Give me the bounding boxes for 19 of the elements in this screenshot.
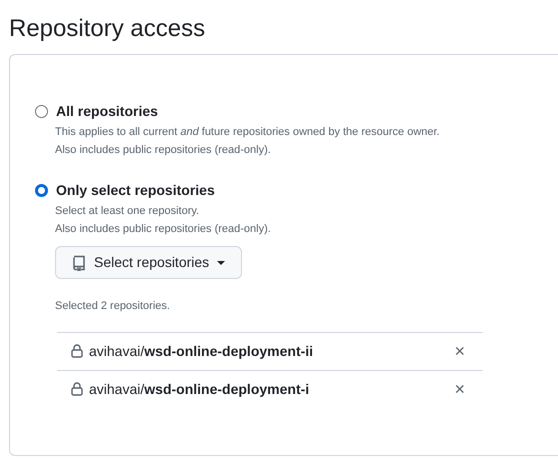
lock-icon	[71, 344, 83, 358]
repository-name: avihavai/wsd-online-deployment-ii	[89, 342, 314, 361]
selection-summary: Selected 2 repositories.	[55, 299, 171, 314]
repository-name: avihavai/wsd-online-deployment-i	[89, 380, 310, 399]
caret-icon	[217, 260, 226, 264]
repo-icon	[72, 254, 86, 270]
option-description: Also includes public repositories (read-only).	[55, 222, 272, 237]
remove-button[interactable]: ×	[454, 342, 465, 360]
option-description: This applies to all current and future repositories owned by the resource owner.	[55, 125, 441, 140]
lock-icon	[71, 382, 83, 396]
option-description: Select at least one repository.	[55, 204, 200, 219]
remove-button[interactable]: ×	[454, 380, 465, 398]
select-repositories-button[interactable]: Select repositories	[55, 246, 242, 279]
radio-button[interactable]	[35, 184, 48, 197]
option-description: Also includes public repositories (read-only).	[55, 143, 272, 158]
option-label[interactable]: All repositories	[56, 101, 158, 122]
radio-button[interactable]	[35, 105, 48, 118]
page-title: Repository access	[9, 14, 206, 44]
option-label[interactable]: Only select repositories	[56, 180, 215, 201]
